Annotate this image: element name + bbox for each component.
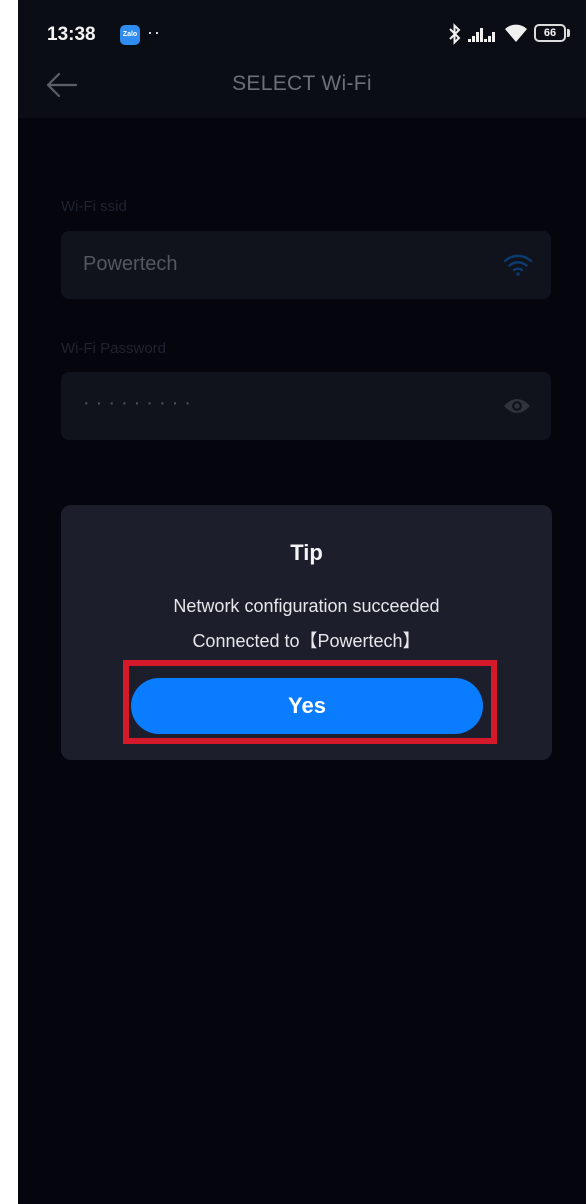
password-field[interactable]: ·········: [61, 372, 551, 440]
nav-bar: SELECT Wi-Fi: [18, 60, 586, 116]
tip-dialog: Tip Network configuration succeeded Conn…: [61, 505, 552, 760]
phone-screen: 13:38 Zalo ·· 66 SELECT Wi-Fi Wi-Fi ssid…: [18, 0, 586, 1204]
wifi-icon[interactable]: [503, 253, 533, 277]
more-notifications-indicator: ··: [147, 22, 161, 42]
zalo-notification-icon: Zalo: [120, 25, 140, 45]
eye-icon[interactable]: [503, 396, 531, 416]
wifi-status-icon: [505, 24, 527, 42]
ssid-field[interactable]: Powertech: [61, 231, 551, 299]
yes-button[interactable]: Yes: [131, 678, 483, 734]
page-title: SELECT Wi-Fi: [232, 72, 372, 95]
password-value: ·········: [83, 392, 197, 414]
ssid-value: Powertech: [83, 253, 178, 275]
ssid-label: Wi-Fi ssid: [61, 198, 127, 215]
status-time: 13:38: [47, 24, 96, 45]
dialog-message-line1: Network configuration succeeded: [173, 596, 440, 616]
status-icons: 66: [448, 21, 572, 47]
device-frame: 13:38 Zalo ·· 66 SELECT Wi-Fi Wi-Fi ssid…: [0, 0, 586, 1204]
password-label: Wi-Fi Password: [61, 340, 167, 357]
signal-icon: [468, 28, 495, 42]
dialog-message-line2: Connected to【Powertech】: [192, 631, 421, 651]
bluetooth-icon: [449, 23, 461, 45]
battery-level: 66: [534, 24, 566, 42]
dialog-title: Tip: [290, 540, 323, 565]
battery-icon: 66: [534, 24, 572, 44]
